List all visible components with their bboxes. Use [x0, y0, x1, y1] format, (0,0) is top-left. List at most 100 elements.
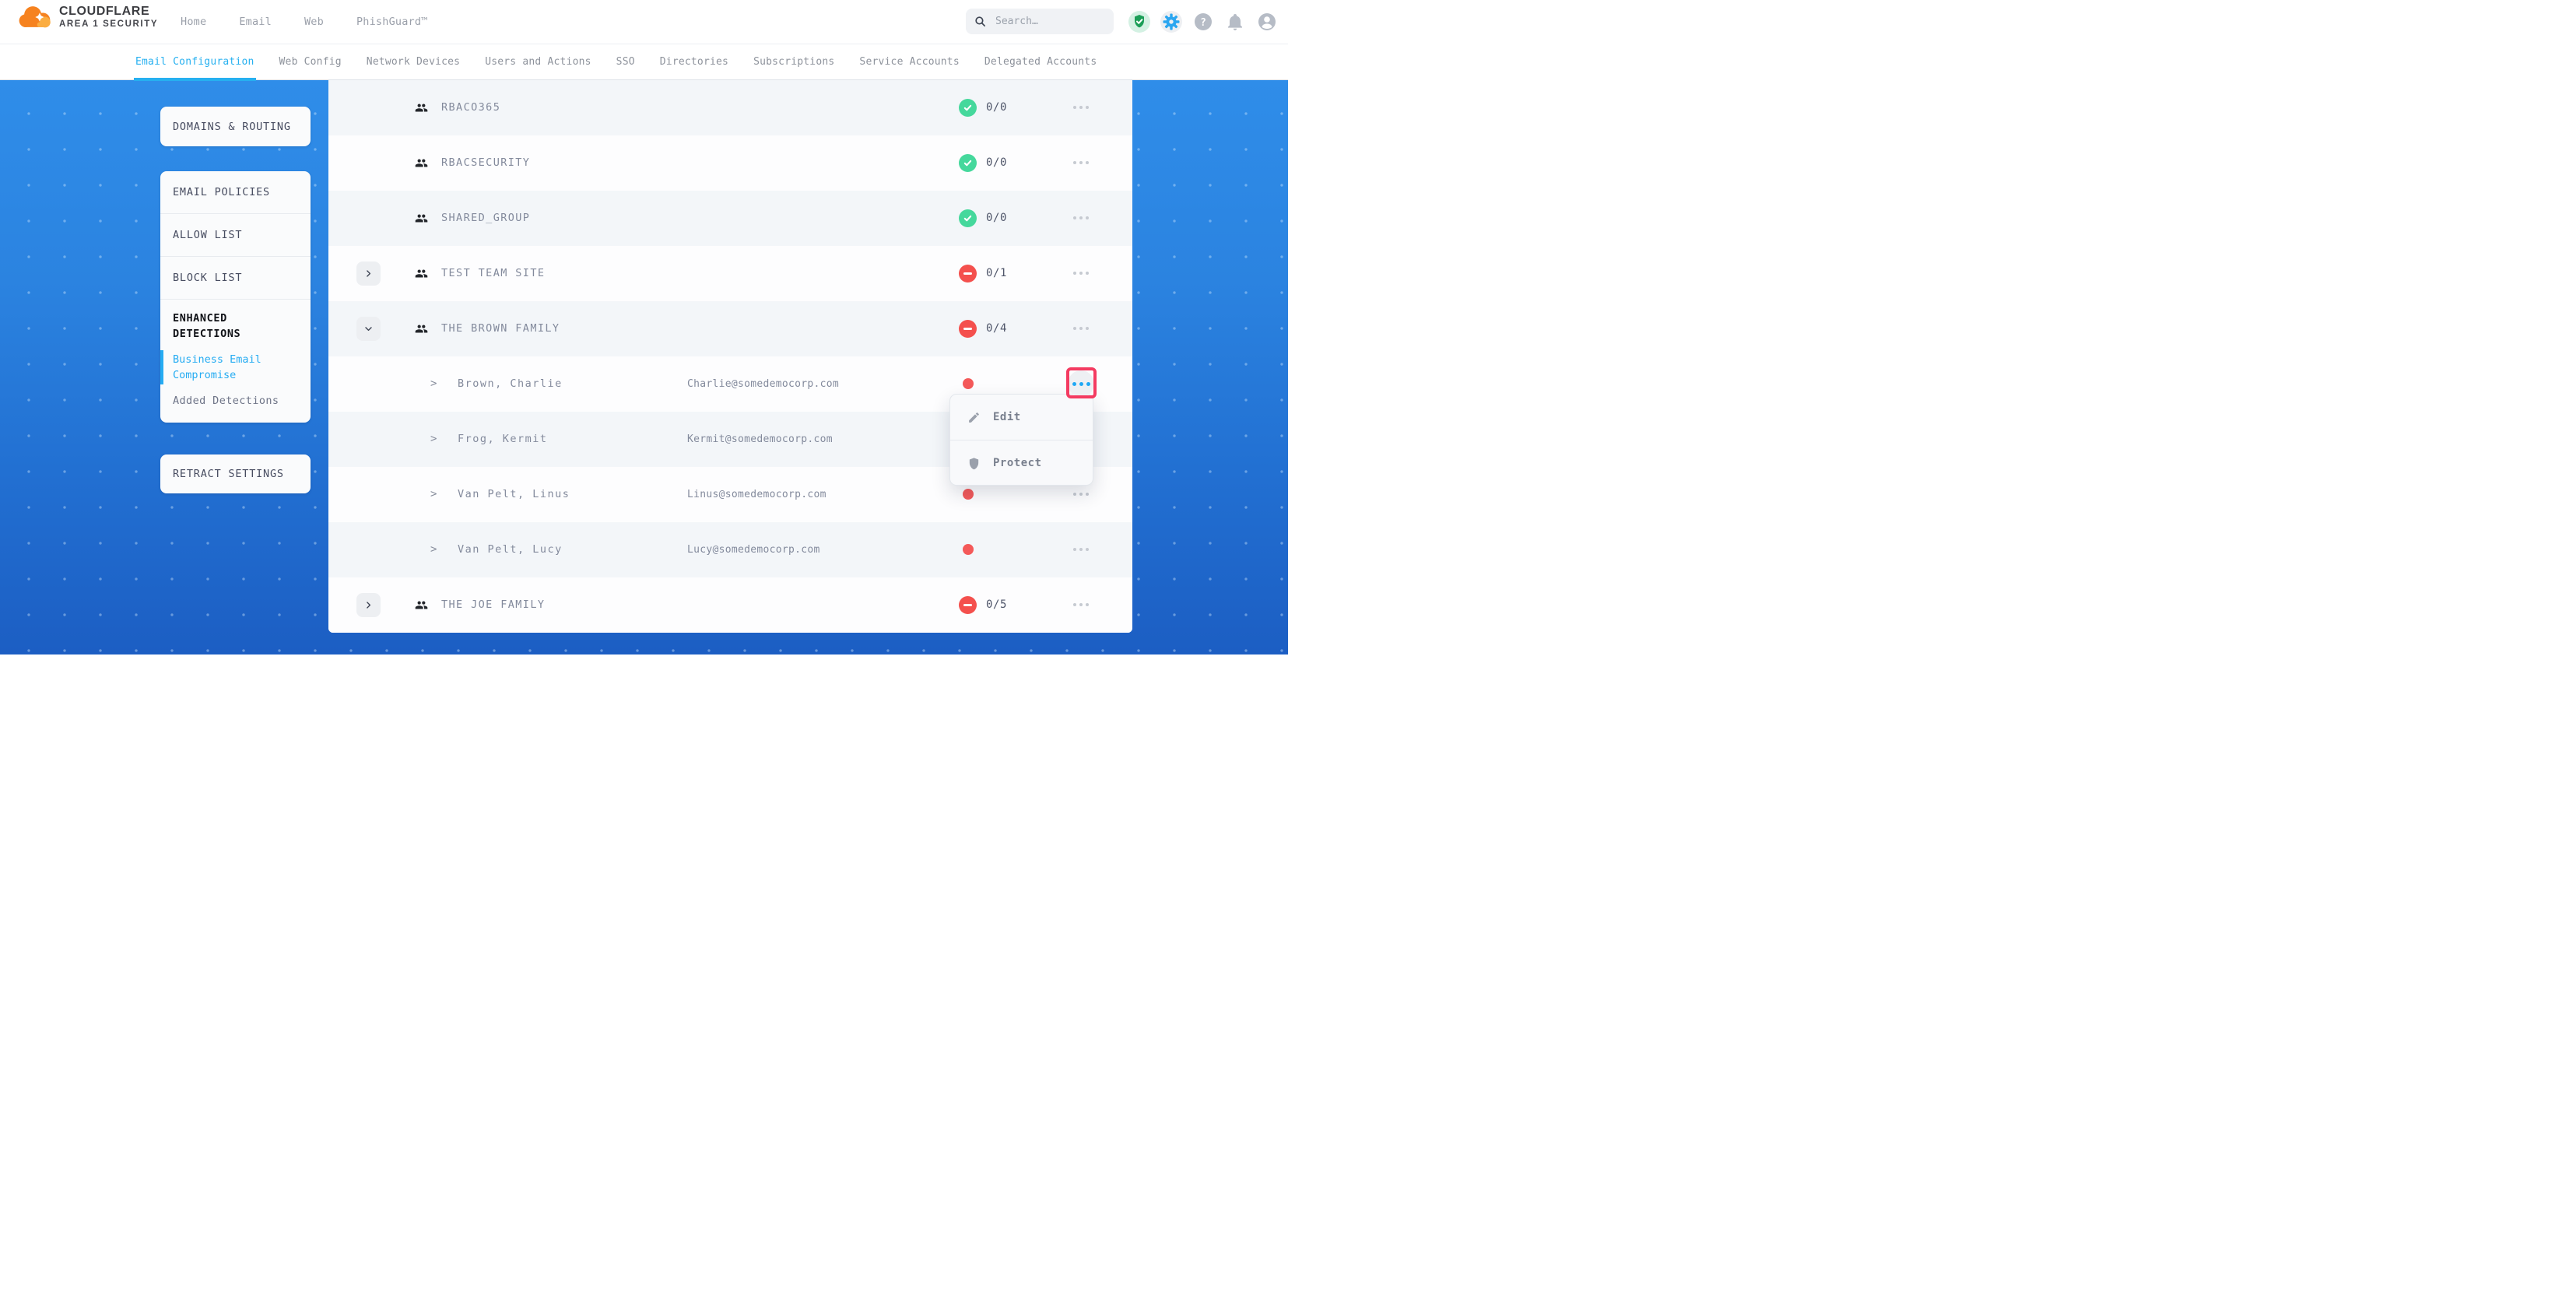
chevron-down-icon [363, 324, 374, 334]
group-icon [415, 322, 428, 335]
row-name: Brown, Charlie [458, 356, 563, 412]
search-icon [974, 15, 987, 28]
protection-count: 0/0 [986, 135, 1007, 191]
sidebar-item-business-email-compromise[interactable]: Business Email Compromise [173, 352, 300, 383]
row-email: Lucy@somedemocorp.com [687, 522, 820, 577]
check-icon [963, 158, 973, 168]
member-chevron: > [430, 412, 437, 467]
config-tabs: Email Configuration Web Config Network D… [0, 44, 1288, 80]
svg-text:?: ? [1200, 17, 1206, 29]
gear-icon[interactable] [1160, 11, 1182, 33]
status-icon [963, 489, 974, 500]
row-menu-button[interactable] [1068, 94, 1094, 121]
protection-count: 0/4 [986, 301, 1007, 356]
row-menu-button-highlighted[interactable] [1068, 370, 1094, 397]
minus-icon [963, 272, 972, 275]
minus-icon [963, 328, 972, 330]
table-row[interactable]: RBACO365 0/0 [328, 80, 1132, 135]
table-row[interactable]: THE BROWN FAMILY 0/4 [328, 301, 1132, 356]
row-name: RBACO365 [441, 80, 500, 135]
row-menu-button[interactable] [1068, 315, 1094, 342]
sidebar-item-block-list[interactable]: BLOCK LIST [160, 257, 311, 300]
search-input[interactable] [994, 15, 1106, 28]
shield-check-icon[interactable] [1128, 11, 1150, 33]
brand-subtitle: AREA 1 SECURITY [59, 19, 158, 29]
tab-directories[interactable]: Directories [660, 44, 728, 80]
row-name: RBACSECURITY [441, 135, 530, 191]
status-icon [963, 378, 974, 389]
pencil-icon [967, 411, 981, 424]
context-menu: Edit Protect [949, 394, 1093, 486]
table-row[interactable]: TEST TEAM SITE 0/1 [328, 246, 1132, 301]
bell-icon[interactable] [1224, 11, 1246, 33]
member-chevron: > [430, 522, 437, 577]
table-row[interactable]: SHARED_GROUP 0/0 [328, 191, 1132, 246]
brand-name: CLOUDFLARE [59, 5, 158, 19]
group-icon [415, 267, 428, 280]
check-icon [963, 103, 973, 113]
tab-sso[interactable]: SSO [616, 44, 635, 80]
app-header: CLOUDFLARE AREA 1 SECURITY Home Email We… [0, 0, 1288, 44]
cloudflare-logo[interactable]: CLOUDFLARE AREA 1 SECURITY [16, 4, 158, 30]
row-name: SHARED_GROUP [441, 191, 530, 246]
row-menu-button[interactable] [1068, 260, 1094, 286]
expand-button[interactable] [356, 317, 381, 341]
table-row[interactable]: > Van Pelt, Lucy Lucy@somedemocorp.com [328, 522, 1132, 577]
nav-phishguard[interactable]: PhishGuard™ [356, 16, 428, 28]
sidebar-item-allow-list[interactable]: ALLOW LIST [160, 214, 311, 257]
row-menu-button[interactable] [1068, 591, 1094, 618]
row-menu-button[interactable] [1068, 536, 1094, 563]
tab-web-config[interactable]: Web Config [279, 44, 342, 80]
status-icon [959, 596, 977, 614]
enhanced-detections-heading: ENHANCED DETECTIONS [173, 311, 300, 342]
row-menu-button[interactable] [1068, 149, 1094, 176]
group-icon [415, 598, 428, 612]
tab-subscriptions[interactable]: Subscriptions [753, 44, 834, 80]
row-email: Charlie@somedemocorp.com [687, 356, 839, 412]
row-email: Linus@somedemocorp.com [687, 467, 826, 522]
active-indicator-bar [160, 350, 163, 384]
tab-users-and-actions[interactable]: Users and Actions [485, 44, 591, 80]
tab-network-devices[interactable]: Network Devices [367, 44, 460, 80]
status-icon [963, 544, 974, 555]
nav-email[interactable]: Email [239, 16, 272, 28]
status-icon [959, 265, 977, 283]
row-menu-button[interactable] [1068, 205, 1094, 231]
context-menu-item-protect[interactable]: Protect [950, 440, 1093, 486]
tab-email-configuration[interactable]: Email Configuration [135, 44, 254, 80]
member-chevron: > [430, 467, 437, 522]
expand-button[interactable] [356, 593, 381, 617]
row-name: THE JOE FAMILY [441, 577, 545, 633]
tab-service-accounts[interactable]: Service Accounts [859, 44, 959, 80]
table-row[interactable]: THE JOE FAMILY 0/5 [328, 577, 1132, 633]
group-icon [415, 101, 428, 114]
status-icon [959, 154, 977, 172]
status-icon [959, 99, 977, 117]
header-icons: ? [1128, 11, 1278, 33]
row-name: Frog, Kermit [458, 412, 548, 467]
nav-home[interactable]: Home [181, 16, 206, 28]
row-name: Van Pelt, Linus [458, 467, 570, 522]
help-icon[interactable]: ? [1192, 11, 1214, 33]
shield-icon [967, 457, 981, 470]
row-email: Kermit@somedemocorp.com [687, 412, 833, 467]
group-icon [415, 212, 428, 225]
expand-button[interactable] [356, 261, 381, 286]
search-box[interactable] [966, 9, 1114, 34]
chevron-right-icon [363, 268, 374, 279]
user-icon[interactable] [1256, 11, 1278, 33]
nav-web[interactable]: Web [304, 16, 324, 28]
context-menu-item-edit[interactable]: Edit [950, 395, 1093, 440]
sidebar-item-domains-routing[interactable]: DOMAINS & ROUTING [160, 107, 311, 146]
sidebar-item-email-policies[interactable]: EMAIL POLICIES [160, 171, 311, 214]
tab-delegated-accounts[interactable]: Delegated Accounts [984, 44, 1097, 80]
table-row[interactable]: RBACSECURITY 0/0 [328, 135, 1132, 191]
sidebar-policies-card: EMAIL POLICIES ALLOW LIST BLOCK LIST ENH… [160, 171, 311, 423]
sidebar-item-added-detections[interactable]: Added Detections [173, 393, 300, 409]
sidebar-item-retract-settings[interactable]: RETRACT SETTINGS [160, 454, 311, 493]
status-icon [959, 209, 977, 227]
member-chevron: > [430, 356, 437, 412]
protection-count: 0/0 [986, 191, 1007, 246]
minus-icon [963, 604, 972, 606]
protection-count: 0/5 [986, 577, 1007, 633]
